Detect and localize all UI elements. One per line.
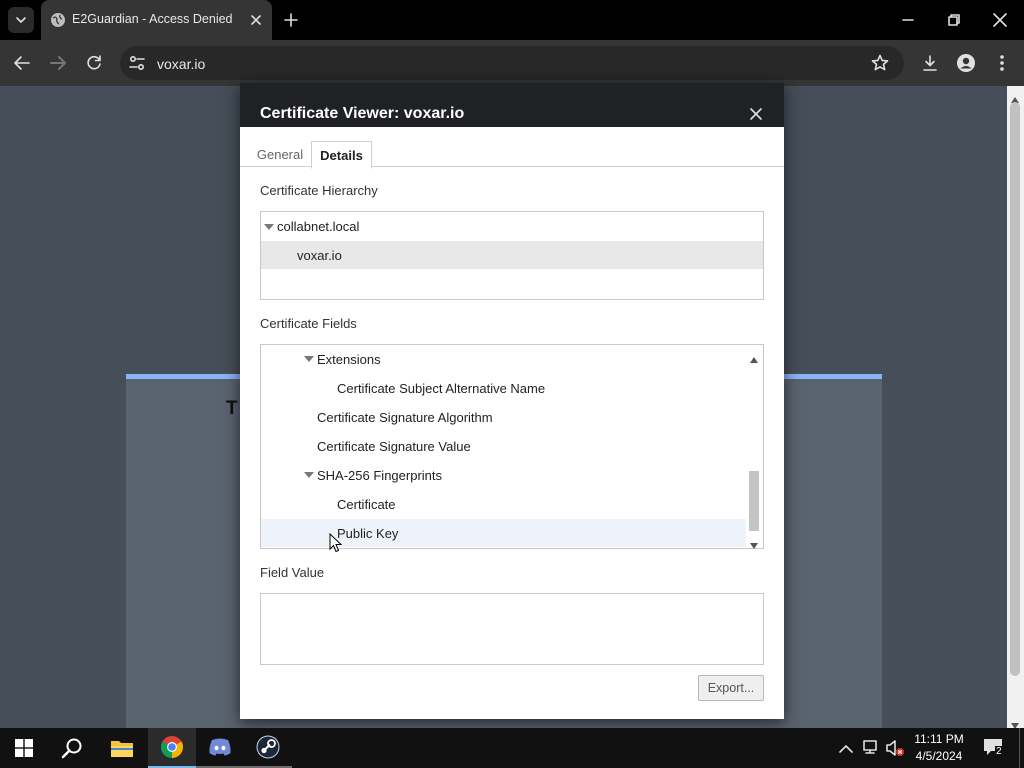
expand-arrow-icon[interactable]	[304, 356, 314, 362]
taskbar-discord[interactable]	[196, 728, 244, 768]
url-text[interactable]: voxar.io	[157, 56, 205, 72]
tab-details[interactable]: Details	[311, 141, 372, 169]
arrow-right-icon	[50, 56, 66, 70]
hierarchy-label: Certificate Hierarchy	[260, 183, 378, 198]
clock-time: 11:11 PM	[914, 732, 964, 746]
minimize-icon	[902, 19, 914, 21]
downloads-button[interactable]	[919, 52, 941, 74]
expand-arrow-icon[interactable]	[264, 224, 274, 230]
address-bar[interactable]	[120, 46, 904, 80]
export-button[interactable]: Export...	[698, 675, 764, 701]
network-icon[interactable]	[862, 739, 880, 760]
steam-icon	[256, 735, 280, 759]
field-signature-value[interactable]: Certificate Signature Value	[317, 439, 471, 454]
tray-overflow-icon[interactable]	[839, 741, 853, 759]
close-window-button[interactable]	[990, 10, 1010, 30]
restore-button[interactable]	[944, 10, 964, 30]
tab-close-button[interactable]	[248, 12, 264, 28]
dialog-title: Certificate Viewer: voxar.io	[260, 105, 465, 122]
volume-muted-icon[interactable]	[885, 739, 905, 762]
reload-icon	[87, 55, 101, 70]
chevron-down-icon	[16, 17, 26, 23]
notifications-button[interactable]: 2	[983, 738, 1005, 760]
field-extensions[interactable]: Extensions	[317, 352, 381, 367]
field-sha256-fingerprints[interactable]: SHA-256 Fingerprints	[317, 468, 442, 483]
fields-scrollbar-thumb[interactable]	[749, 471, 759, 531]
bookmark-button[interactable]	[869, 52, 891, 74]
hierarchy-item-root[interactable]: collabnet.local	[277, 219, 359, 234]
close-icon	[750, 108, 762, 120]
field-subject-alt-name[interactable]: Certificate Subject Alternative Name	[337, 381, 545, 396]
account-icon	[957, 54, 975, 72]
star-icon	[871, 54, 889, 71]
discord-icon	[209, 738, 231, 756]
search-button[interactable]	[48, 728, 96, 768]
mouse-cursor-icon	[329, 532, 343, 558]
profile-button[interactable]	[955, 52, 977, 74]
tab-title: E2Guardian - Access Denied	[72, 12, 233, 26]
field-value-box[interactable]	[260, 593, 764, 665]
restore-icon	[948, 14, 960, 26]
new-tab-button[interactable]	[282, 11, 300, 29]
folder-icon	[111, 741, 133, 757]
back-button[interactable]	[11, 52, 33, 74]
forward-button[interactable]	[47, 52, 69, 74]
expand-arrow-icon[interactable]	[304, 472, 314, 478]
more-vert-icon	[1000, 55, 1004, 71]
show-desktop-button[interactable]	[1019, 728, 1024, 768]
notification-count: 2	[995, 746, 1003, 757]
taskbar-chrome[interactable]	[148, 728, 196, 768]
field-fingerprint-public-key[interactable]: Public Key	[337, 526, 398, 541]
plus-icon	[284, 13, 298, 27]
start-button[interactable]	[0, 728, 48, 768]
taskbar-file-explorer[interactable]	[98, 728, 146, 768]
windows-icon	[15, 739, 33, 757]
tab-search-button[interactable]	[8, 7, 34, 33]
hierarchy-item-leaf[interactable]: voxar.io	[297, 248, 342, 263]
chrome-icon	[161, 736, 183, 758]
field-value-label: Field Value	[260, 565, 325, 580]
field-signature-algorithm[interactable]: Certificate Signature Algorithm	[317, 410, 493, 425]
fields-scroll-down-arrow[interactable]	[750, 536, 758, 554]
clock-date: 4/5/2024	[915, 749, 963, 763]
fields-scroll-up-arrow[interactable]	[750, 350, 758, 368]
close-icon	[251, 15, 261, 25]
menu-button[interactable]	[991, 52, 1013, 74]
field-fingerprint-certificate[interactable]: Certificate	[337, 497, 396, 512]
page-scrollbar-thumb[interactable]	[1010, 102, 1020, 676]
download-icon	[923, 55, 937, 71]
minimize-button[interactable]	[898, 10, 918, 30]
tab-general[interactable]: General	[252, 141, 308, 167]
search-icon	[61, 738, 82, 759]
globe-icon	[50, 12, 66, 28]
taskbar-clock[interactable]: 11:11 PM 4/5/2024	[904, 731, 974, 765]
arrow-left-icon	[14, 56, 30, 70]
close-icon	[993, 13, 1007, 27]
dialog-close-button[interactable]	[747, 105, 765, 123]
fields-label: Certificate Fields	[260, 316, 357, 331]
reload-button[interactable]	[83, 52, 105, 74]
taskbar-steam[interactable]	[244, 728, 292, 768]
site-info-icon[interactable]	[127, 53, 147, 73]
card-heading: T	[226, 398, 238, 419]
